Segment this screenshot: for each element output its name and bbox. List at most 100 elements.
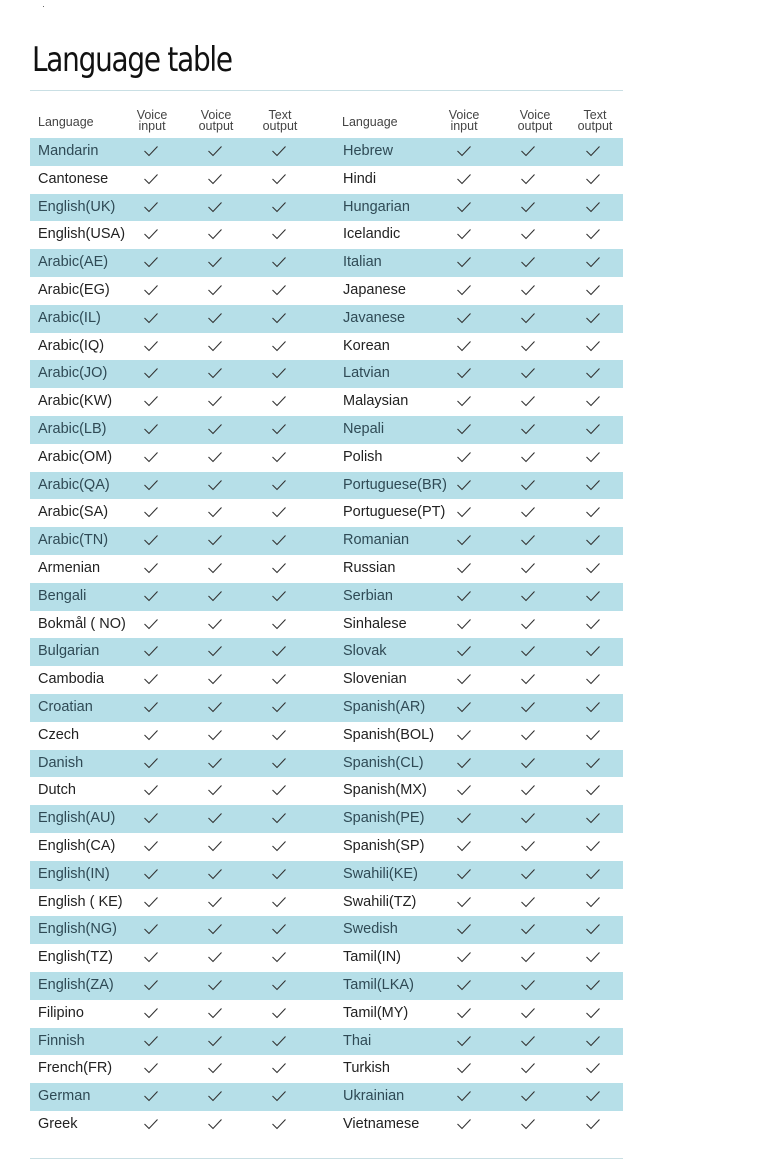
checkmark-icon [143,533,159,547]
checkmark-icon [456,311,472,325]
checkmark-icon [271,478,287,492]
checkmark-icon [271,756,287,770]
checkmark-icon [520,227,536,241]
checkmark-icon [456,144,472,158]
table-row: Arabic(AE) Italian [30,249,623,277]
language-name: Tamil(LKA) [343,976,414,993]
language-name: Arabic(IL) [38,309,101,326]
checkmark-icon [585,783,601,797]
checkmark-icon [456,839,472,853]
checkmark-icon [143,644,159,658]
checkmark-icon [585,811,601,825]
table-row: English(ZA) Tamil(LKA) [30,971,623,1000]
checkmark-icon [207,561,223,575]
checkmark-icon [456,589,472,603]
checkmark-icon [143,144,159,158]
language-name: English(IN) [38,865,110,882]
language-name: Tamil(MY) [343,1004,409,1021]
checkmark-icon [143,283,159,297]
checkmark-icon [456,227,472,241]
checkmark-icon [271,783,287,797]
checkmark-icon [456,922,472,936]
checkmark-icon [143,450,159,464]
checkmark-icon [207,589,223,603]
checkmark-icon [520,756,536,770]
checkmark-icon [271,200,287,214]
header-voice-output-right: Voice output [517,108,553,133]
checkmark-icon [143,1089,159,1103]
checkmark-icon [143,811,159,825]
language-name: Armenian [38,559,101,576]
checkmark-icon [456,644,472,658]
language-name: Romanian [343,532,410,549]
checkmark-icon [520,311,536,325]
language-name: Hindi [343,170,377,187]
checkmark-icon [456,811,472,825]
checkmark-icon [271,172,287,186]
checkmark-icon [207,255,223,269]
checkmark-icon [207,339,223,353]
checkmark-icon [456,700,472,714]
checkmark-icon [207,200,223,214]
checkmark-icon [585,394,601,408]
checkmark-icon [143,895,159,909]
checkmark-icon [207,1006,223,1020]
checkmark-icon [207,617,223,631]
checkmark-icon [143,672,159,686]
table-row: Bengali Serbian [30,582,623,611]
language-name: English(ZA) [38,976,114,993]
language-name: Hebrew [343,143,393,159]
checkmark-icon [207,811,223,825]
checkmark-icon [271,922,287,936]
checkmark-icon [143,1061,159,1075]
language-name: Hungarian [343,198,410,215]
language-name: Croatian [38,698,93,715]
checkmark-icon [520,700,536,714]
checkmark-icon [456,978,472,992]
checkmark-icon [585,867,601,881]
language-name: English ( KE) [38,893,123,910]
checkmark-icon [271,1117,287,1131]
checkmark-icon [143,422,159,436]
checkmark-icon [585,144,601,158]
header-language-right: Language [342,115,398,129]
checkmark-icon [207,533,223,547]
checkmark-icon [271,728,287,742]
checkmark-icon [271,644,287,658]
checkmark-icon [585,283,601,297]
checkmark-icon [456,617,472,631]
checkmark-icon [585,505,601,519]
checkmark-icon [143,1117,159,1131]
language-name: Spanish(CL) [343,754,424,771]
checkmark-icon [271,700,287,714]
checkmark-icon [271,533,287,547]
checkmark-icon [520,505,536,519]
checkmark-icon [585,728,601,742]
checkmark-icon [143,227,159,241]
language-name: Slovak [343,643,387,660]
checkmark-icon [585,533,601,547]
checkmark-icon [585,200,601,214]
checkmark-icon [456,1089,472,1103]
checkmark-icon [143,200,159,214]
checkmark-icon [456,867,472,881]
checkmark-icon [520,172,536,186]
table-header: Language Voice input Voice output Text o… [30,104,623,138]
language-name: Finnish [38,1032,85,1049]
language-name: English(UK) [38,198,116,215]
checkmark-icon [271,561,287,575]
top-divider [30,90,623,91]
language-name: Vietnamese [343,1115,420,1132]
checkmark-icon [271,811,287,825]
checkmark-icon [207,1117,223,1131]
checkmark-icon [271,589,287,603]
checkmark-icon [456,672,472,686]
checkmark-icon [456,783,472,797]
language-name: Ukrainian [343,1088,405,1105]
checkmark-icon [520,950,536,964]
table-row: Greek Vietnamese [30,1111,623,1139]
header-language-left: Language [38,115,94,129]
checkmark-icon [271,283,287,297]
table-row: Arabic(JO) Latvian [30,360,623,389]
checkmark-icon [207,1061,223,1075]
